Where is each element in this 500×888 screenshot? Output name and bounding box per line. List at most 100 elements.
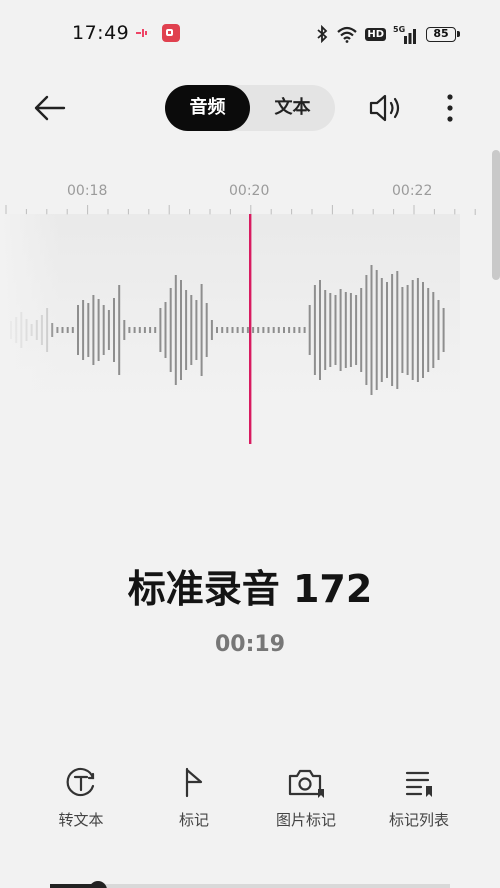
scrollbar[interactable] [492,150,500,280]
picture-mark-button[interactable]: 图片标记 [251,765,361,830]
waveform-bar [344,292,347,368]
status-icons: HD 5G 85 [315,23,460,45]
waveform-bar [406,285,409,375]
waveform-bar [82,300,85,360]
playhead[interactable] [249,214,252,444]
waveform-bar [442,308,445,352]
progress-track[interactable] [50,880,450,888]
waveform-bar [272,327,275,333]
elapsed-time: 00:19 [214,632,286,657]
transcribe-button[interactable]: 转文本 [26,765,136,830]
waveform-bar [386,282,388,378]
waveform-bar [375,270,378,390]
waveform-bar [324,290,327,370]
waveform-bar [61,327,64,333]
time-label-2: 00:20 [229,183,270,199]
waveform-bar [401,287,404,373]
waveform-bar [231,327,234,333]
waveform-bar [288,327,291,333]
waveform-bar [185,290,188,370]
battery-icon: 85 [426,26,460,42]
waveform-bar [236,327,239,333]
waveform-bar [360,288,363,372]
waveform-bar [293,327,296,333]
waveform-bar [71,327,74,333]
waveform-bar [107,310,110,350]
status-time: 17:49 [72,22,130,44]
waveform[interactable] [0,214,460,444]
waveform-bar [159,308,162,352]
picture-mark-label: 图片标记 [275,811,336,829]
back-arrow-icon[interactable] [30,90,70,126]
signal-icon: 5G [393,25,416,44]
screen-record-icon [162,24,180,42]
waveform-bar [298,327,301,333]
waveform-bar [365,275,368,385]
waveform-bar [308,305,311,355]
mark-button[interactable]: 标记 [139,765,249,830]
waveform-bar [216,327,218,333]
mark-list-label: 标记列表 [388,811,449,829]
waveform-bar [252,327,255,333]
waveform-bar [226,327,229,333]
time-label-1: 00:18 [67,183,108,199]
waveform-bar [190,295,193,365]
recording-title: 标准录音 172 [127,567,373,611]
more-vertical-icon[interactable] [440,92,460,124]
waveform-bar [92,295,95,365]
waveform-bar [257,327,260,333]
progress-thumb [89,881,107,888]
waveform-bar [128,327,131,333]
waveform-bar [154,327,157,333]
speaker-icon[interactable] [366,90,406,126]
waveform-bar [113,298,115,362]
mark-list-button[interactable]: 标记列表 [364,765,474,830]
time-label-3: 00:22 [392,183,433,199]
waveform-bar [432,292,435,368]
waveform-bar [427,288,430,372]
waveform-bar [416,278,419,382]
bluetooth-icon [317,25,328,43]
waveform-bar [97,299,100,361]
waveform-bar [355,295,358,365]
waveform-bar [221,327,224,333]
waveform-bar [143,327,146,333]
waveform-bar [87,303,90,357]
camera-mark-icon [288,769,324,798]
mark-label: 标记 [178,811,209,829]
waveform-bar [200,284,203,376]
status-bar: 17:49 HD 5G 85 [0,0,500,66]
waveform-bar [283,327,285,333]
waveform-bar [303,327,306,333]
waveform-bar [437,300,440,360]
waveform-bar [169,288,172,372]
wifi-icon [337,26,358,43]
waveform-bar [349,293,352,367]
waveform-bar [411,280,414,380]
flag-icon [185,767,203,798]
waveform-bar [195,300,198,360]
waveform-bar [329,293,332,367]
waveform-bar [174,275,177,385]
waveform-bar [180,280,182,380]
hd-badge: HD [365,27,386,41]
waveform-bar [149,327,152,333]
waveform-bar [262,327,265,333]
tab-audio[interactable]: 音频 [165,85,250,131]
app-notification-icon [136,29,147,37]
mark-list-icon [405,771,432,797]
waveform-bar [102,305,105,355]
waveform-bar [319,280,321,380]
waveform-bar [210,320,213,340]
waveform-bar [313,285,316,375]
waveform-bar [77,305,79,355]
waveform-bar [334,295,337,365]
waveform-bar [370,265,373,395]
waveform-bar [123,320,126,340]
waveform-bar [391,274,394,386]
view-toggle: 音频 文本 [165,85,335,131]
waveform-bar [422,282,424,378]
tab-text[interactable]: 文本 [250,85,335,131]
waveform-bar [66,327,69,333]
waveform-bar [267,327,270,333]
